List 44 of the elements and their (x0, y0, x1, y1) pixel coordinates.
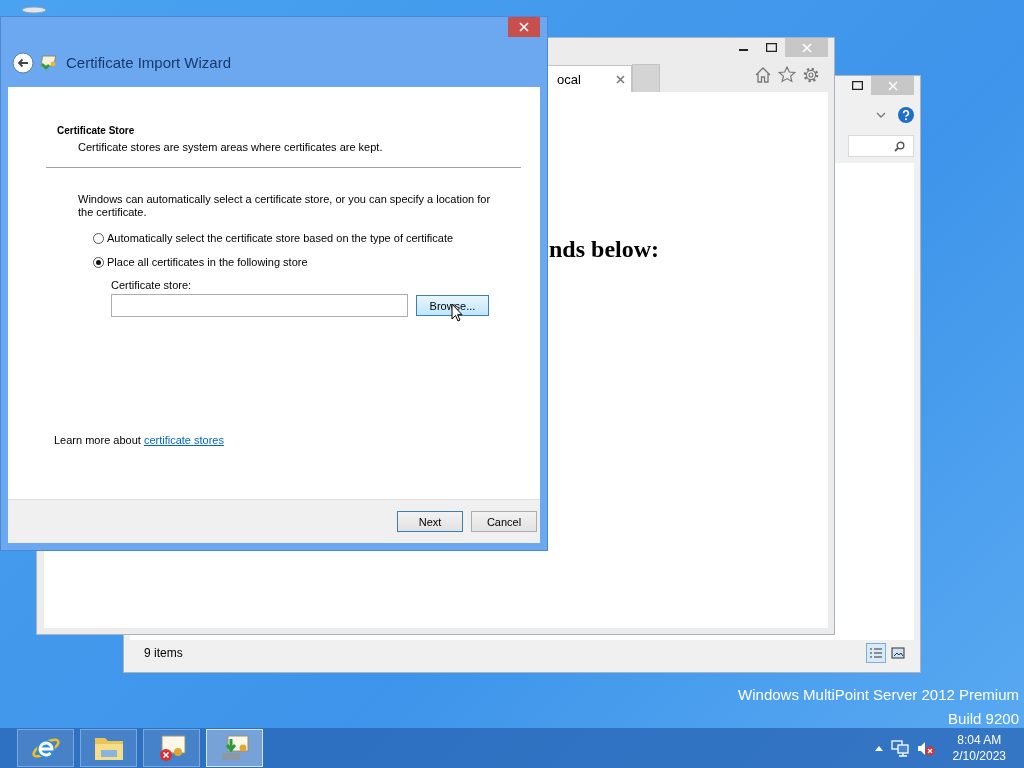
home-icon[interactable] (754, 65, 772, 83)
close-icon (801, 42, 812, 53)
help-icon[interactable] (898, 107, 914, 123)
dialog-title: Certificate Import Wizard (66, 54, 232, 71)
chevron-down-icon[interactable] (876, 112, 886, 118)
taskbar-button[interactable] (17, 729, 74, 767)
radio-option[interactable]: Automatically select the certificate store based on the type of certificate (93, 231, 510, 245)
maximize-icon (765, 43, 777, 52)
section-description: Certificate stores are system areas where certificates are kept. (78, 141, 384, 153)
item-count: 9 items (144, 646, 183, 660)
learn-more-text: Learn more about certificate stores (53, 434, 225, 446)
dialog-button[interactable]: Cancel (471, 511, 537, 532)
taskbar-button[interactable] (206, 729, 263, 767)
favorites-star-icon[interactable] (778, 65, 796, 83)
certificate-stores-link[interactable]: certificate stores (143, 434, 224, 446)
network-icon[interactable] (890, 739, 909, 757)
close-button[interactable] (508, 17, 540, 37)
maximize-icon (851, 81, 863, 90)
page-heading: nds below: (549, 236, 661, 263)
recycle-bin-icon[interactable] (21, 6, 47, 14)
close-icon (519, 22, 529, 32)
certificate-icon (40, 53, 58, 72)
radio-button[interactable] (93, 256, 104, 268)
clock-date: 2/10/2023 (952, 748, 1006, 764)
search-icon (894, 140, 905, 152)
radio-option[interactable]: Place all certificates in the following store (93, 255, 510, 269)
dialog-button[interactable]: Next (397, 511, 463, 532)
clock[interactable]: 8:04 AM 2/10/2023 (952, 732, 1006, 764)
close-icon (887, 80, 898, 91)
search-field[interactable] (848, 135, 914, 157)
intro-text: Windows can automatically select a certificate store, or you can specify a location for the certificate. (78, 193, 492, 219)
radio-button[interactable] (93, 232, 104, 244)
clock-time: 8:04 AM (957, 732, 1002, 748)
os-edition-text: Windows MultiPoint Server 2012 Premium (738, 685, 1019, 705)
field-label: Certificate store: (111, 279, 193, 291)
tab-title: ocal (557, 71, 581, 87)
settings-icon[interactable] (802, 65, 820, 84)
os-edition-text: Build 9200 (947, 709, 1019, 729)
section-title: Certificate Store (57, 125, 136, 136)
close-tab-icon[interactable] (616, 74, 625, 84)
certificate-store-field[interactable] (111, 294, 408, 317)
caret-up-icon[interactable] (874, 745, 883, 751)
taskbar-button[interactable] (143, 729, 200, 767)
taskbar-button[interactable] (80, 729, 137, 767)
